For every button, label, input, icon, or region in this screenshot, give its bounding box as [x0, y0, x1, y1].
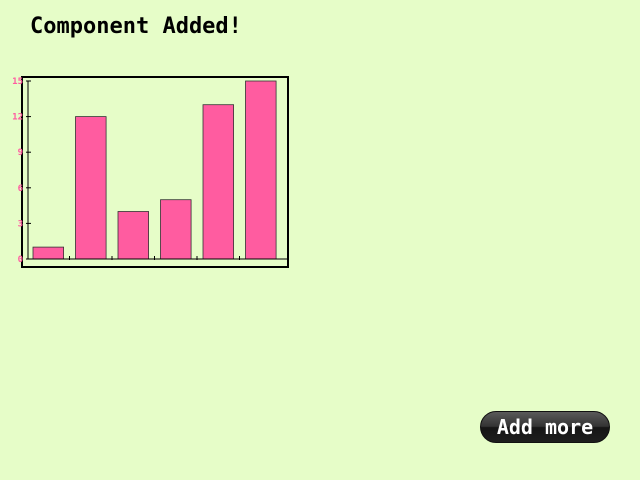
- bar: [32, 246, 65, 260]
- bar: [202, 104, 235, 260]
- bar-chart-svg: 0 3 6 9 12 15: [12, 76, 289, 268]
- bar: [160, 199, 192, 260]
- y-tick-label: 6: [18, 184, 23, 194]
- bar: [117, 211, 150, 260]
- bar-chart: 0 3 6 9 12 15: [0, 0, 300, 280]
- bar: [245, 80, 277, 260]
- y-tick-label: 15: [12, 77, 23, 87]
- bar: [75, 116, 107, 260]
- y-tick-label: 12: [12, 113, 23, 123]
- add-more-button[interactable]: Add more: [480, 411, 610, 443]
- y-tick-label: 9: [18, 148, 23, 158]
- bars-group: [32, 80, 277, 260]
- y-tick-label: 0: [18, 255, 23, 265]
- y-tick-label: 3: [18, 219, 23, 229]
